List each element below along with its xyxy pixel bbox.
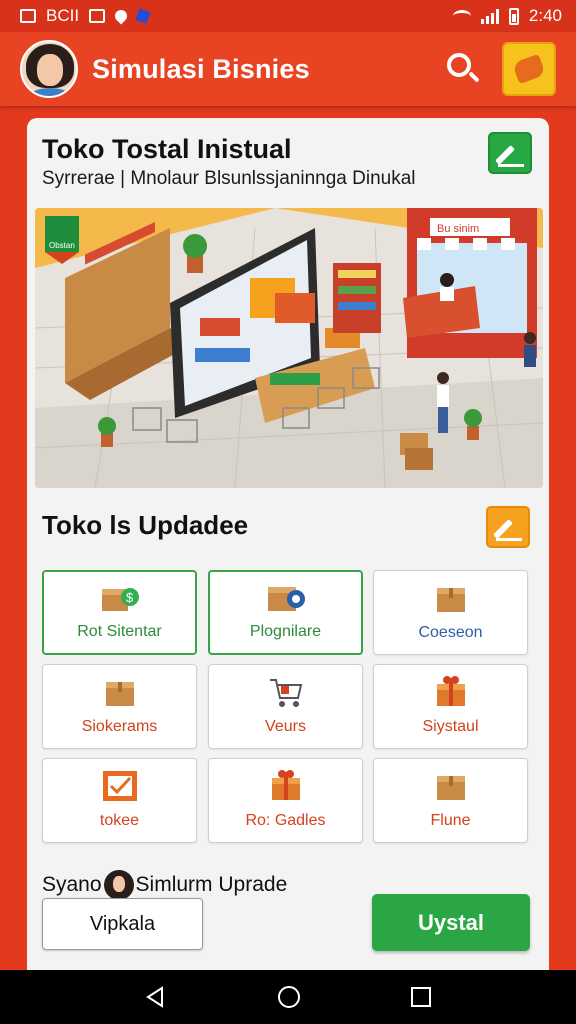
box-icon	[436, 588, 465, 612]
tile-label: Ro: Gadles	[245, 812, 326, 829]
tile-label: Coeseon	[418, 624, 483, 641]
box-tape-icon	[267, 587, 305, 611]
updates-title: Toko ls Updadee	[42, 510, 249, 540]
location-icon	[112, 7, 130, 25]
search-icon[interactable]	[442, 47, 486, 91]
battery-icon	[508, 7, 519, 25]
tile-label: Siystaul	[422, 718, 479, 735]
box-icon	[436, 776, 465, 800]
notification-icon	[135, 8, 151, 24]
cart-icon	[269, 679, 302, 707]
hand-icon[interactable]	[502, 42, 556, 96]
tile-label: tokee	[99, 812, 140, 829]
tile-label: Veurs	[265, 718, 306, 735]
pencil-icon	[495, 145, 515, 165]
pencil-icon	[493, 519, 513, 539]
app-title: Simulasi Bisnies	[92, 53, 310, 84]
upgrade-label-before: Syano	[42, 873, 102, 896]
signal-icon	[480, 8, 499, 24]
back-icon[interactable]	[144, 985, 168, 1009]
edit-shop-button[interactable]	[488, 132, 532, 174]
app-bar: Simulasi Bisnies	[0, 32, 576, 106]
image-icon	[20, 9, 36, 23]
message-icon	[89, 9, 106, 23]
tile-siystaul[interactable]: Siystaul	[373, 664, 528, 749]
main-card: Toko Tostal Inistual Syrrerae | Mnolaur …	[27, 118, 549, 970]
recents-icon[interactable]	[410, 986, 432, 1008]
upgrade-label: Syano Simlurm Uprade	[42, 870, 287, 900]
tile-siokerams[interactable]: Siokerams	[42, 664, 197, 749]
checkbox-icon	[102, 771, 137, 801]
secondary-button[interactable]: Vipkala	[42, 898, 203, 950]
tile-coeseon[interactable]: Coeseon	[373, 570, 528, 655]
shop-title: Toko Tostal Inistual	[42, 134, 292, 164]
edit-updates-button[interactable]	[486, 506, 530, 548]
status-bar: BCII 2:40	[0, 0, 576, 32]
wifi-icon	[452, 10, 471, 22]
home-icon[interactable]	[276, 984, 302, 1010]
tile-tokee[interactable]: tokee	[42, 758, 197, 843]
tile-label: Rot Sitentar	[77, 623, 162, 640]
clock: 2:40	[528, 6, 562, 25]
tile-plognilare[interactable]: Plognilare	[208, 570, 363, 655]
tile-flune[interactable]: Flune	[373, 758, 528, 843]
avatar[interactable]	[20, 40, 78, 98]
tile-label: Plognilare	[249, 623, 322, 640]
tile-label: Siokerams	[81, 718, 158, 735]
badge-text: Obstan	[49, 241, 75, 250]
primary-button[interactable]: Uystal	[372, 894, 530, 951]
shop-subtitle: Syrrerae | Mnolaur Blsunlssjaninnga Dinu…	[42, 168, 416, 189]
gift-box-icon	[271, 770, 300, 800]
kiosk-sign-text: Bu sinim	[437, 223, 479, 235]
avatar	[103, 870, 134, 900]
tile-ro-gadles[interactable]: Ro: Gadles	[208, 758, 363, 843]
tile-veurs[interactable]: Veurs	[208, 664, 363, 749]
gift-box-icon	[436, 676, 465, 706]
store-illustration: Obstan Bu sinim	[35, 208, 543, 488]
box-dollar-icon: $	[101, 588, 139, 611]
carrier-text: BCII	[46, 6, 80, 25]
tile-rot-sitentar[interactable]: $ Rot Sitentar	[42, 570, 197, 655]
store-scene-image: Obstan Bu sinim	[35, 208, 543, 488]
box-icon	[105, 682, 134, 706]
system-nav-bar	[0, 970, 576, 1024]
upgrade-label-after: Simlurm Uprade	[135, 873, 288, 896]
svg-text:$: $	[126, 590, 134, 605]
tile-label: Flune	[430, 812, 471, 829]
